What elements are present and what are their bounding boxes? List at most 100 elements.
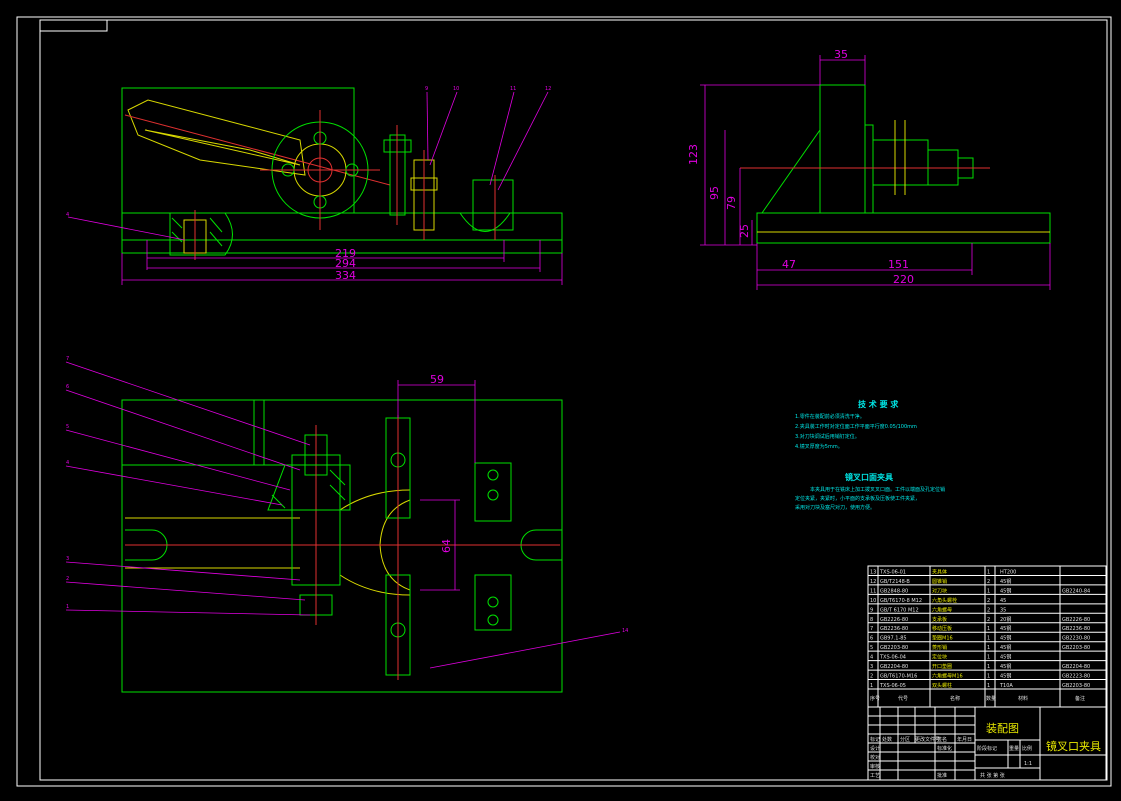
bom-cell-mat: 45钢 bbox=[1000, 587, 1011, 594]
bom-cell-code: GB2848-80 bbox=[880, 588, 908, 594]
bom-cell-mat: 45钢 bbox=[1000, 625, 1011, 632]
side-dim-123: 123 bbox=[687, 144, 700, 165]
bom-cell-code: GB/T6170-M16 bbox=[880, 674, 917, 680]
drawing-type: 装配图 bbox=[986, 722, 1019, 735]
side-dim-47: 47 bbox=[782, 258, 796, 271]
plan-label-3: 3 bbox=[66, 556, 69, 562]
bom-cell-name: 定位块 bbox=[932, 654, 947, 661]
bom-cell-remark: GB2236-80 bbox=[1062, 626, 1090, 632]
bom-cell-mat: 35 bbox=[1000, 607, 1006, 613]
bom-cell-qty: 1 bbox=[987, 664, 990, 670]
bom-header-code: 代号 bbox=[898, 695, 908, 702]
title-col-sign: 签名 bbox=[937, 736, 947, 743]
bom-cell-mat: 45钢 bbox=[1000, 673, 1011, 680]
bom-cell-name: 对刀块 bbox=[932, 587, 947, 594]
bom-cell-code: GB/T 6170 M12 bbox=[880, 607, 919, 613]
title-sheet: 共 张 第 张 bbox=[980, 772, 1005, 779]
description-line-2: 定位夹紧，夹紧时，小平面的支承板及压板使工件夹紧， bbox=[795, 495, 920, 502]
bom-cell-qty: 1 bbox=[987, 636, 990, 642]
bom-cell-qty: 1 bbox=[987, 674, 990, 680]
bom-cell-remark: GB2204-80 bbox=[1062, 664, 1090, 670]
bom-cell-mat: 45钢 bbox=[1000, 663, 1011, 670]
title-review: 审核 bbox=[870, 763, 880, 770]
bom-cell-code: GB97.1-85 bbox=[880, 636, 907, 642]
bom-cell-mat: 45钢 bbox=[1000, 578, 1011, 585]
bom-cell-name: 移动压板 bbox=[932, 625, 952, 632]
front-view bbox=[67, 87, 563, 285]
title-col-zone: 分区 bbox=[900, 736, 910, 743]
title-weight: 重量 bbox=[1009, 745, 1019, 752]
bom-cell-no: 12 bbox=[870, 579, 876, 585]
bom-cell-mat: T10A bbox=[999, 683, 1013, 689]
bom-cell-name: 垫圈M16 bbox=[932, 635, 953, 642]
side-view bbox=[700, 55, 1051, 290]
bom-cell-no: 1 bbox=[870, 683, 873, 689]
plan-label-6: 6 bbox=[66, 384, 69, 390]
plan-label-7: 7 bbox=[66, 356, 69, 362]
bom-cell-name: 夹具体 bbox=[932, 568, 947, 575]
tech-requirements-title: 技 术 要 求 bbox=[858, 399, 899, 409]
bom-cell-qty: 2 bbox=[987, 617, 990, 623]
bom-cell-qty: 1 bbox=[987, 645, 990, 651]
bom-cell-code: TXS-06-05 bbox=[879, 683, 906, 689]
tech-item-4: 4.镜叉厚度为5mm。 bbox=[795, 443, 843, 450]
bom-cell-no: 5 bbox=[870, 645, 873, 651]
bom-cell-code: GB/T2148-B bbox=[880, 579, 910, 585]
bom-cell-remark: GB2226-80 bbox=[1062, 617, 1090, 623]
bom-cell-name: 双头螺柱 bbox=[932, 682, 952, 689]
bom-cell-qty: 2 bbox=[987, 607, 990, 613]
title-mark: 标记 bbox=[870, 736, 880, 743]
bom-cell-code: GB2236-80 bbox=[880, 626, 908, 632]
bom-cell-no: 2 bbox=[870, 674, 873, 680]
plan-label-1: 1 bbox=[66, 604, 69, 610]
bom-cell-remark: GB2240-84 bbox=[1062, 588, 1090, 594]
bom-cell-no: 11 bbox=[870, 588, 876, 594]
bom-cell-no: 7 bbox=[870, 626, 873, 632]
bom-header-name: 名称 bbox=[950, 695, 960, 702]
description-line-1: 本夹具用于在铣床上加工拨叉叉口面。工件以端面及孔定位销 bbox=[810, 486, 945, 493]
title-scale: 1:1 bbox=[1024, 761, 1032, 767]
bom-cell-no: 8 bbox=[870, 617, 873, 623]
side-dim-220: 220 bbox=[893, 273, 914, 286]
bom-cell-no: 13 bbox=[870, 569, 876, 575]
bom-cell-code: GB2226-80 bbox=[880, 617, 908, 623]
bom-cell-qty: 2 bbox=[987, 579, 990, 585]
bom-cell-remark: GB2203-80 bbox=[1062, 645, 1090, 651]
bom-cell-name: 支承板 bbox=[932, 616, 947, 623]
bom-cell-remark: GB2223-80 bbox=[1062, 674, 1090, 680]
front-label-10: 10 bbox=[453, 86, 459, 92]
title-process: 工艺 bbox=[870, 773, 880, 779]
bom-header-remark: 备注 bbox=[1075, 695, 1085, 702]
bom-cell-name: 六角头螺栓 bbox=[932, 597, 957, 604]
plan-label-14: 14 bbox=[622, 628, 628, 634]
plan-label-5: 5 bbox=[66, 424, 69, 430]
bom-cell-mat: 45 bbox=[1000, 598, 1006, 604]
title-check: 校对 bbox=[870, 754, 880, 761]
bom-cell-code: GB/T6170-8 M12 bbox=[880, 598, 922, 604]
title-approve: 批准 bbox=[937, 772, 947, 779]
bom-cell-code: GB2203-80 bbox=[880, 645, 908, 651]
bom-cell-qty: 1 bbox=[987, 588, 990, 594]
plan-dim-59: 59 bbox=[430, 373, 444, 386]
bom-cell-no: 3 bbox=[870, 664, 873, 670]
bom-header-no: 序号 bbox=[870, 695, 880, 702]
bom-cell-mat: HT200 bbox=[1000, 569, 1016, 575]
description-line-3: 采用对刀块及塞尺对刀，使用方便。 bbox=[795, 504, 875, 511]
bom-cell-code: GB2204-80 bbox=[880, 664, 908, 670]
bom-cell-name: 菱形销 bbox=[932, 644, 947, 651]
tech-item-2: 2.夹具装工作时对定位面工作平面平行度0.05/100mm bbox=[795, 423, 917, 430]
bom-cell-qty: 1 bbox=[987, 626, 990, 632]
tech-item-3: 3.对刀块调试后用销钉定位。 bbox=[795, 433, 860, 440]
bom-cell-qty: 1 bbox=[987, 655, 990, 661]
front-label-11: 11 bbox=[510, 86, 516, 92]
side-dim-151: 151 bbox=[888, 258, 909, 271]
bom-cell-mat: 45钢 bbox=[1000, 644, 1011, 651]
bom-cell-no: 9 bbox=[870, 607, 873, 613]
bom-cell-name: 六角螺母M16 bbox=[932, 673, 963, 680]
side-dim-95: 95 bbox=[708, 186, 721, 200]
bom-cell-name: 圆锥销 bbox=[932, 578, 947, 585]
bom-cell-remark: GB2203-80 bbox=[1062, 683, 1090, 689]
front-label-9: 9 bbox=[425, 86, 428, 92]
title-design: 设计 bbox=[870, 745, 880, 752]
title-ratio: 比例 bbox=[1022, 745, 1032, 752]
